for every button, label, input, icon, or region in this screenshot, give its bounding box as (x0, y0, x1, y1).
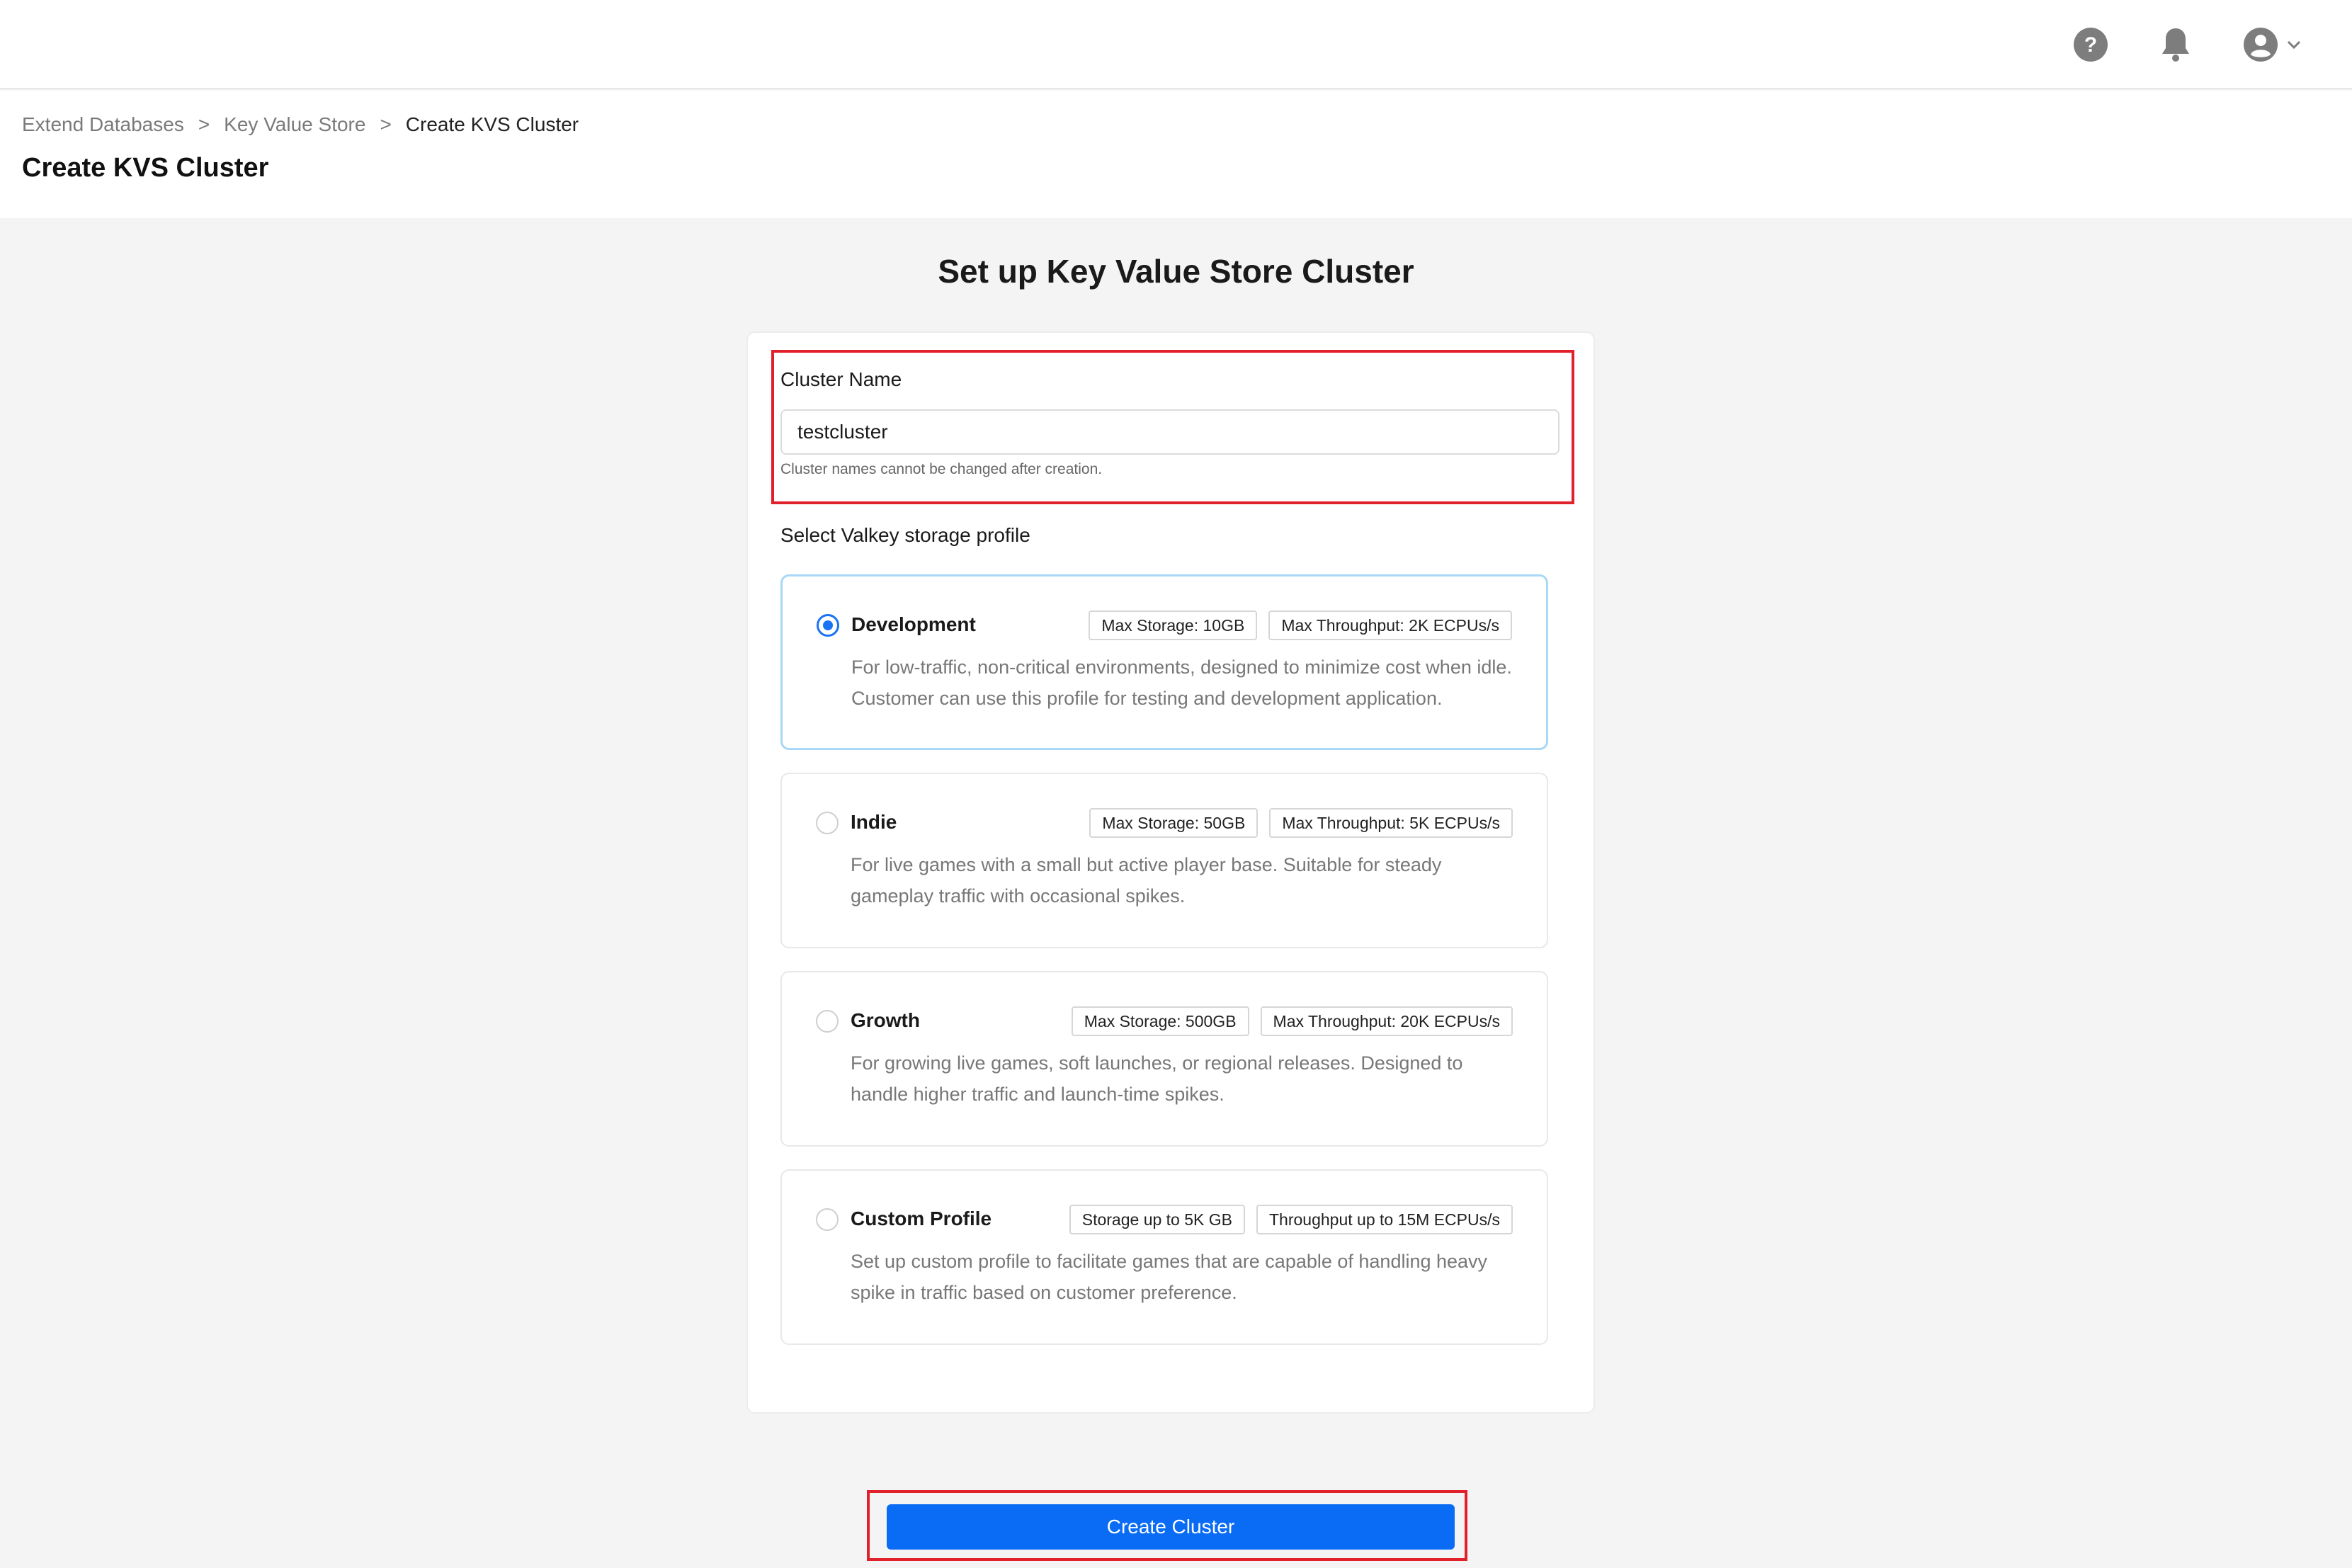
profile-name: Growth (851, 1009, 920, 1031)
throughput-tag: Max Throughput: 5K ECPUs/s (1269, 808, 1513, 838)
throughput-tag: Max Throughput: 2K ECPUs/s (1268, 610, 1512, 640)
storage-tag: Max Storage: 10GB (1089, 610, 1258, 640)
profile-card-custom[interactable]: Custom Profile Storage up to 5K GB Throu… (780, 1169, 1548, 1345)
storage-tag: Max Storage: 500GB (1071, 1006, 1249, 1036)
help-icon[interactable]: ? (2072, 26, 2109, 63)
profile-description: For growing live games, soft launches, o… (851, 1052, 1463, 1105)
storage-tag: Storage up to 5K GB (1069, 1205, 1245, 1234)
cluster-name-label: Cluster Name (780, 368, 902, 390)
breadcrumb-extend-databases[interactable]: Extend Databases (22, 113, 184, 136)
radio-indie[interactable] (816, 812, 839, 834)
create-cluster-button[interactable]: Create Cluster (887, 1504, 1455, 1550)
throughput-tag: Max Throughput: 20K ECPUs/s (1260, 1006, 1513, 1036)
breadcrumb-separator: > (380, 113, 392, 135)
profile-card-growth[interactable]: Growth Max Storage: 500GB Max Throughput… (780, 971, 1548, 1147)
profile-name: Development (851, 613, 976, 635)
throughput-tag: Throughput up to 15M ECPUs/s (1256, 1205, 1513, 1234)
svg-text:?: ? (2084, 33, 2097, 57)
breadcrumb: Extend Databases > Key Value Store > Cre… (22, 113, 579, 136)
profile-description: Set up custom profile to facilitate game… (851, 1251, 1488, 1303)
profile-card-indie[interactable]: Indie Max Storage: 50GB Max Throughput: … (780, 773, 1548, 948)
radio-growth[interactable] (816, 1010, 839, 1033)
profile-card-development[interactable]: Development Max Storage: 10GB Max Throug… (780, 574, 1548, 750)
breadcrumb-key-value-store[interactable]: Key Value Store (224, 113, 365, 136)
breadcrumb-current: Create KVS Cluster (405, 113, 579, 135)
page-header: Extend Databases > Key Value Store > Cre… (0, 91, 2352, 218)
radio-development[interactable] (817, 614, 839, 637)
chevron-down-icon[interactable] (2285, 35, 2303, 54)
storage-tag: Max Storage: 50GB (1089, 808, 1259, 838)
top-bar: ? (0, 0, 2352, 89)
cluster-name-hint: Cluster names cannot be changed after cr… (780, 461, 1103, 477)
profile-name: Indie (851, 811, 897, 833)
bell-icon[interactable] (2157, 26, 2194, 63)
cluster-name-input[interactable] (780, 409, 1560, 455)
profile-section-label: Select Valkey storage profile (780, 524, 1030, 546)
profile-name: Custom Profile (851, 1208, 992, 1229)
radio-custom[interactable] (816, 1208, 839, 1231)
profile-description: For live games with a small but active p… (851, 854, 1442, 907)
section-title: Set up Key Value Store Cluster (938, 253, 1414, 290)
profile-description: For low-traffic, non-critical environmen… (851, 657, 1512, 709)
breadcrumb-separator: > (198, 113, 210, 135)
user-account-icon[interactable] (2242, 26, 2279, 63)
page-title: Create KVS Cluster (22, 153, 269, 183)
